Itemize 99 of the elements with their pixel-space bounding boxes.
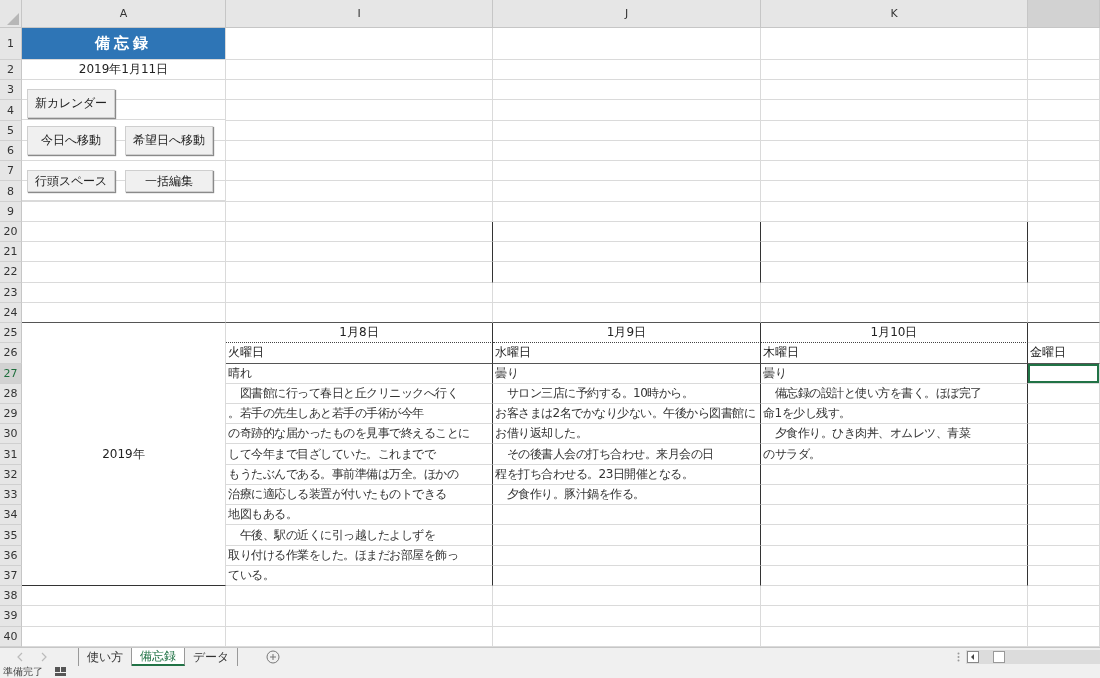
table-cell[interactable] <box>761 484 1028 506</box>
row-header[interactable]: 32 <box>0 464 22 485</box>
table-cell[interactable] <box>761 525 1028 546</box>
row-header[interactable]: 21 <box>0 242 22 263</box>
table-cell[interactable] <box>493 221 761 243</box>
journal-text[interactable]: もうたぶんである。事前準備は万全。ほかの <box>226 464 493 485</box>
row-header[interactable]: 36 <box>0 545 22 566</box>
select-all-icon[interactable] <box>7 13 19 25</box>
row-header[interactable]: 30 <box>0 424 22 445</box>
horizontal-scrollbar[interactable] <box>966 650 1100 664</box>
table-cell[interactable] <box>761 505 1028 526</box>
row-header[interactable]: 8 <box>0 181 22 202</box>
table-cell[interactable] <box>761 221 1028 243</box>
add-sheet-icon[interactable] <box>266 650 280 664</box>
table-cell[interactable] <box>226 242 493 263</box>
table-cell[interactable] <box>761 242 1028 263</box>
journal-text[interactable]: 図書館に行って春日と丘クリニックへ行く <box>226 383 493 404</box>
journal-text[interactable]: その後書人会の打ち合わせ。来月会の日 <box>493 444 761 465</box>
table-cell[interactable] <box>226 221 493 243</box>
row-header[interactable]: 39 <box>0 606 22 627</box>
row-header[interactable]: 2 <box>0 60 22 81</box>
scroll-thumb[interactable] <box>993 651 1005 663</box>
status-text: 準備完了 <box>3 665 43 678</box>
journal-text[interactable]: サロン三店に予約する。10時から。 <box>493 383 761 404</box>
day-date[interactable]: 1月9日 <box>493 323 761 344</box>
weekday-label[interactable]: 金曜日 <box>1028 343 1100 364</box>
journal-text[interactable]: 備忘録の設計と使い方を書く。ほぼ完了 <box>761 383 1028 404</box>
row-header[interactable]: 25 <box>0 323 22 344</box>
table-cell[interactable] <box>226 262 493 283</box>
column-header[interactable]: A <box>22 0 226 27</box>
table-cell[interactable] <box>493 545 761 566</box>
row-header[interactable]: 37 <box>0 565 22 587</box>
journal-text[interactable]: 地図もある。 <box>226 505 493 526</box>
table-cell[interactable] <box>493 565 761 587</box>
table-cell[interactable] <box>493 262 761 283</box>
journal-text[interactable]: 程を打ち合わせる。23日開催となる。 <box>493 464 761 485</box>
day-date[interactable]: 1月10日 <box>761 323 1028 344</box>
macro-button[interactable]: 新カレンダー <box>27 89 115 119</box>
row-header[interactable]: 3 <box>0 80 22 101</box>
macro-button[interactable]: 行頭スペース <box>27 170 115 193</box>
column-header[interactable]: I <box>226 0 493 27</box>
weekday-label[interactable]: 火曜日 <box>226 343 493 364</box>
journal-text[interactable]: 晴れ <box>226 363 493 384</box>
row-header[interactable]: 27 <box>0 363 22 384</box>
day-date[interactable]: 1月8日 <box>226 323 493 344</box>
row-header[interactable]: 29 <box>0 404 22 425</box>
row-header[interactable]: 38 <box>0 586 22 607</box>
row-header[interactable]: 28 <box>0 383 22 404</box>
journal-text[interactable]: 曇り <box>761 363 1028 384</box>
journal-text[interactable]: お借り返却した。 <box>493 424 761 445</box>
table-cell[interactable] <box>493 525 761 546</box>
row-header[interactable]: 5 <box>0 120 22 141</box>
table-cell[interactable] <box>761 262 1028 283</box>
table-cell[interactable] <box>761 464 1028 485</box>
journal-text[interactable]: 曇り <box>493 363 761 384</box>
row-header[interactable]: 23 <box>0 282 22 303</box>
row-header[interactable]: 24 <box>0 302 22 324</box>
column-header[interactable] <box>1028 0 1100 27</box>
journal-text[interactable]: して今年まで目ざしていた。これまでで <box>226 444 493 465</box>
table-cell[interactable] <box>761 565 1028 587</box>
selected-cell[interactable] <box>1028 363 1100 384</box>
row-header[interactable]: 4 <box>0 100 22 121</box>
macro-button[interactable]: 希望日へ移動 <box>125 126 213 156</box>
row-header[interactable]: 35 <box>0 525 22 546</box>
journal-text[interactable]: 午後、駅の近くに引っ越したよしずを <box>226 525 493 546</box>
row-header[interactable]: 20 <box>0 221 22 243</box>
row-header[interactable]: 9 <box>0 201 22 222</box>
sheet-title[interactable]: 備忘録 <box>22 28 226 60</box>
journal-text[interactable]: の奇跡的な届かったものを見事で終えることに <box>226 424 493 445</box>
journal-text[interactable]: 夕食作り。豚汁鍋を作る。 <box>493 484 761 506</box>
row-header[interactable]: 31 <box>0 444 22 465</box>
journal-text[interactable]: 治療に適応しる装置が付いたものトできる <box>226 484 493 506</box>
sheet-tab[interactable]: 備忘録 <box>132 648 185 666</box>
journal-text[interactable]: のサラダ。 <box>761 444 1028 465</box>
row-header[interactable]: 7 <box>0 161 22 182</box>
column-header[interactable]: J <box>493 0 761 27</box>
splitter-icon[interactable] <box>957 652 960 662</box>
weekday-label[interactable]: 水曜日 <box>493 343 761 364</box>
macro-button[interactable]: 一括編集 <box>125 170 213 193</box>
journal-text[interactable]: 命1を少し残す。 <box>761 404 1028 425</box>
table-cell[interactable] <box>493 505 761 526</box>
table-cell[interactable] <box>493 242 761 263</box>
journal-text[interactable]: 取り付ける作業をした。ほまだお部屋を飾っ <box>226 545 493 566</box>
row-header[interactable]: 34 <box>0 505 22 526</box>
row-header[interactable]: 26 <box>0 343 22 364</box>
journal-text[interactable]: 。若手の先生しあと若手の手術が今年 <box>226 404 493 425</box>
journal-text[interactable]: お客さまは2名でかなり少ない。午後から図書館に <box>493 404 761 425</box>
row-header[interactable]: 40 <box>0 626 22 647</box>
weekday-label[interactable]: 木曜日 <box>761 343 1028 364</box>
table-cell[interactable] <box>761 545 1028 566</box>
row-header[interactable]: 1 <box>0 28 22 60</box>
journal-text[interactable]: 夕食作り。ひき肉丼、オムレツ、青菜 <box>761 424 1028 445</box>
scroll-right-icon[interactable] <box>40 652 48 662</box>
journal-text[interactable]: ている。 <box>226 565 493 587</box>
scroll-left-icon[interactable] <box>967 651 979 663</box>
row-header[interactable]: 6 <box>0 140 22 162</box>
row-header[interactable]: 33 <box>0 484 22 506</box>
row-header[interactable]: 22 <box>0 262 22 283</box>
macro-button[interactable]: 今日へ移動 <box>27 126 115 156</box>
